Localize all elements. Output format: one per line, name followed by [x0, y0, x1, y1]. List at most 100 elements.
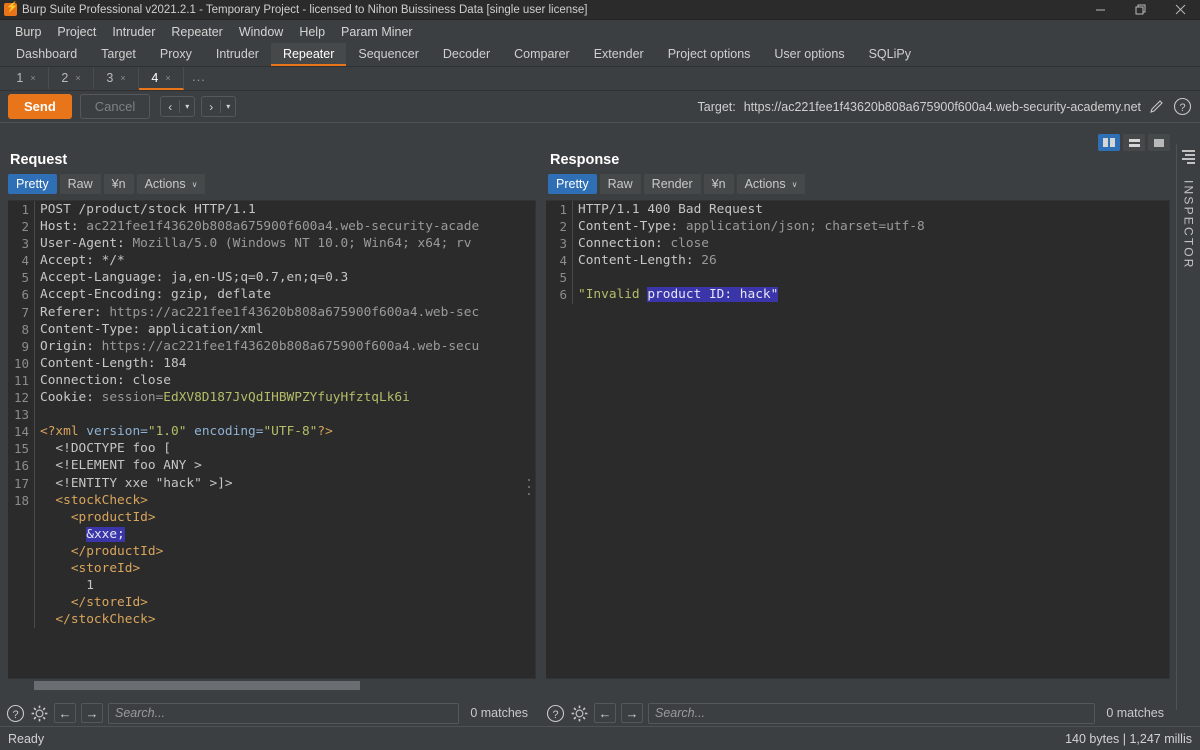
tab-proxy[interactable]: Proxy: [148, 43, 204, 66]
pencil-icon[interactable]: [1149, 99, 1165, 115]
layout-single-button[interactable]: [1148, 134, 1170, 151]
tab-comparer[interactable]: Comparer: [502, 43, 582, 66]
response-search-input[interactable]: Search...: [648, 702, 1096, 724]
tab-intruder[interactable]: Intruder: [204, 43, 271, 66]
layout-stacked-button[interactable]: [1123, 134, 1145, 151]
request-actions-button[interactable]: Actions ∨: [136, 174, 206, 194]
code-text[interactable]: <!DOCTYPE foo [: [35, 440, 171, 457]
menu-item-repeater[interactable]: Repeater: [164, 22, 229, 42]
code-text[interactable]: Accept-Encoding: gzip, deflate: [35, 286, 271, 303]
code-text[interactable]: Accept: */*: [35, 252, 125, 269]
code-text[interactable]: Cookie: session=EdXV8D187JvQdIHBWPZYfuyH…: [35, 389, 410, 406]
search-prev-button[interactable]: ←: [54, 703, 76, 723]
code-text[interactable]: <!ELEMENT foo ANY >: [35, 457, 201, 474]
response-tab-render[interactable]: Render: [643, 174, 701, 194]
code-text[interactable]: <?xml version="1.0" encoding="UTF-8"?>: [35, 423, 333, 440]
repeater-tab-1[interactable]: 1 ×: [4, 67, 49, 90]
code-text[interactable]: [35, 406, 40, 423]
send-button[interactable]: Send: [8, 94, 72, 119]
tab-sequencer[interactable]: Sequencer: [346, 43, 430, 66]
forward-arrow-icon[interactable]: ›: [202, 100, 220, 114]
code-text[interactable]: HTTP/1.1 400 Bad Request: [573, 201, 763, 218]
code-text[interactable]: POST /product/stock HTTP/1.1: [35, 201, 256, 218]
request-editor-wrapper[interactable]: 1 POST /product/stock HTTP/1.1 2 Host: ac22…: [8, 200, 536, 679]
repeater-tab-2-close-icon[interactable]: ×: [75, 73, 80, 83]
code-text[interactable]: &xxe;: [35, 526, 125, 543]
scrollbar-thumb[interactable]: [34, 681, 361, 690]
tab-user-options[interactable]: User options: [762, 43, 856, 66]
question-icon[interactable]: ?: [6, 704, 25, 723]
code-text[interactable]: </productId>: [35, 543, 163, 560]
response-tab-yen-n[interactable]: ¥n: [703, 174, 734, 194]
repeater-tab-3[interactable]: 3 ×: [94, 67, 139, 90]
menu-item-burp[interactable]: Burp: [8, 22, 48, 42]
code-text[interactable]: 1: [35, 577, 94, 594]
pane-splitter-grip[interactable]: [528, 479, 533, 495]
menu-item-param-miner[interactable]: Param Miner: [334, 22, 420, 42]
code-text[interactable]: User-Agent: Mozilla/5.0 (Windows NT 10.0…: [35, 235, 471, 252]
question-icon[interactable]: ?: [546, 704, 565, 723]
repeater-tab-more-button[interactable]: ...: [184, 67, 214, 90]
request-editor[interactable]: 1 POST /product/stock HTTP/1.1 2 Host: ac22…: [8, 201, 535, 678]
response-tab-pretty[interactable]: Pretty: [548, 174, 597, 194]
code-text[interactable]: <productId>: [35, 509, 156, 526]
code-text[interactable]: Referer: https://ac221fee1f43620b808a675…: [35, 304, 479, 321]
menu-item-help[interactable]: Help: [292, 22, 332, 42]
request-horizontal-scrollbar[interactable]: [34, 681, 536, 690]
code-text[interactable]: <stockCheck>: [35, 492, 147, 509]
repeater-tab-4[interactable]: 4 ×: [139, 67, 184, 90]
forward-dropdown-caret-icon[interactable]: ▾: [221, 102, 235, 111]
tab-dashboard[interactable]: Dashboard: [4, 43, 89, 66]
code-text[interactable]: Content-Length: 26: [573, 252, 717, 269]
code-text[interactable]: </stockCheck>: [35, 611, 155, 628]
menu-item-project[interactable]: Project: [50, 22, 103, 42]
code-text[interactable]: "Invalid product ID: hack": [573, 286, 779, 303]
tab-extender[interactable]: Extender: [582, 43, 656, 66]
menu-item-window[interactable]: Window: [232, 22, 290, 42]
request-tab-yen-n[interactable]: ¥n: [103, 174, 134, 194]
response-tab-raw[interactable]: Raw: [599, 174, 641, 194]
repeater-tab-3-close-icon[interactable]: ×: [120, 73, 125, 83]
gear-icon[interactable]: [30, 704, 49, 723]
forward-button-group[interactable]: › ▾: [201, 96, 237, 117]
close-button[interactable]: [1160, 0, 1200, 19]
code-text[interactable]: Connection: close: [35, 372, 171, 389]
menu-item-intruder[interactable]: Intruder: [105, 22, 162, 42]
request-tab-raw[interactable]: Raw: [59, 174, 101, 194]
gear-icon[interactable]: [570, 704, 589, 723]
tab-target[interactable]: Target: [89, 43, 148, 66]
tab-sqlipy[interactable]: SQLiPy: [857, 43, 923, 66]
code-text[interactable]: <storeId>: [35, 560, 140, 577]
tab-project-options[interactable]: Project options: [656, 43, 763, 66]
code-text[interactable]: [573, 269, 578, 286]
request-tab-pretty[interactable]: Pretty: [8, 174, 57, 194]
minimize-button[interactable]: [1080, 0, 1120, 19]
maximize-restore-button[interactable]: [1120, 0, 1160, 19]
code-text[interactable]: Content-Type: application/json; charset=…: [573, 218, 925, 235]
inspector-panel[interactable]: INSPECTOR: [1176, 144, 1200, 710]
search-prev-button[interactable]: ←: [594, 703, 616, 723]
question-icon[interactable]: ?: [1173, 97, 1192, 116]
repeater-tab-4-close-icon[interactable]: ×: [165, 73, 170, 83]
back-arrow-icon[interactable]: ‹: [161, 100, 179, 114]
search-next-button[interactable]: →: [81, 703, 103, 723]
code-text[interactable]: Origin: https://ac221fee1f43620b808a6759…: [35, 338, 479, 355]
repeater-tab-1-close-icon[interactable]: ×: [30, 73, 35, 83]
back-dropdown-caret-icon[interactable]: ▾: [180, 102, 194, 111]
code-text[interactable]: Content-Length: 184: [35, 355, 186, 372]
repeater-tab-2[interactable]: 2 ×: [49, 67, 94, 90]
code-text[interactable]: </storeId>: [35, 594, 148, 611]
response-actions-button[interactable]: Actions ∨: [736, 174, 806, 194]
response-editor-wrapper[interactable]: 1 HTTP/1.1 400 Bad Request 2 Content-Type: …: [546, 200, 1170, 679]
code-text[interactable]: Content-Type: application/xml: [35, 321, 263, 338]
layout-side-by-side-button[interactable]: [1098, 134, 1120, 151]
code-text[interactable]: Host: ac221fee1f43620b808a675900f600a4.w…: [35, 218, 479, 235]
request-search-input[interactable]: Search...: [108, 702, 460, 724]
code-text[interactable]: Accept-Language: ja,en-US;q=0.7,en;q=0.3: [35, 269, 348, 286]
tab-repeater[interactable]: Repeater: [270, 43, 347, 66]
cancel-button[interactable]: Cancel: [79, 94, 151, 119]
tab-decoder[interactable]: Decoder: [431, 43, 502, 66]
window-controls[interactable]: [1080, 0, 1200, 19]
search-next-button[interactable]: →: [621, 703, 643, 723]
code-text[interactable]: Connection: close: [573, 235, 709, 252]
